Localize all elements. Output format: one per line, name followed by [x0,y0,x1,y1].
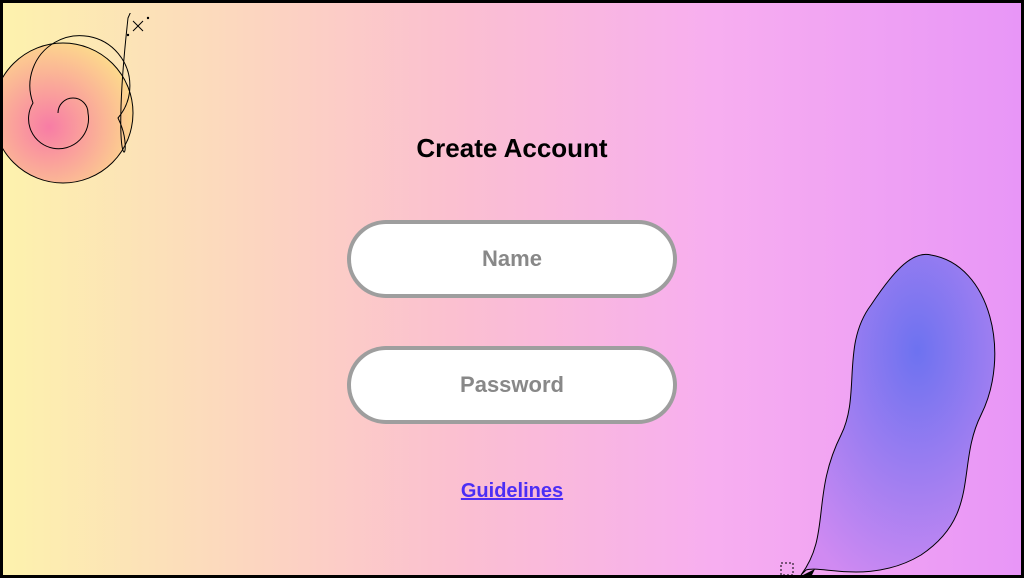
name-input[interactable] [347,220,677,298]
signup-form: Create Account Guidelines [312,133,712,503]
blob-decoration-icon [751,235,1011,578]
page-title: Create Account [416,133,607,164]
password-input[interactable] [347,346,677,424]
swirl-decoration-icon [0,13,183,213]
signup-frame: Create Account Guidelines [0,0,1024,578]
guidelines-link[interactable]: Guidelines [461,480,563,503]
